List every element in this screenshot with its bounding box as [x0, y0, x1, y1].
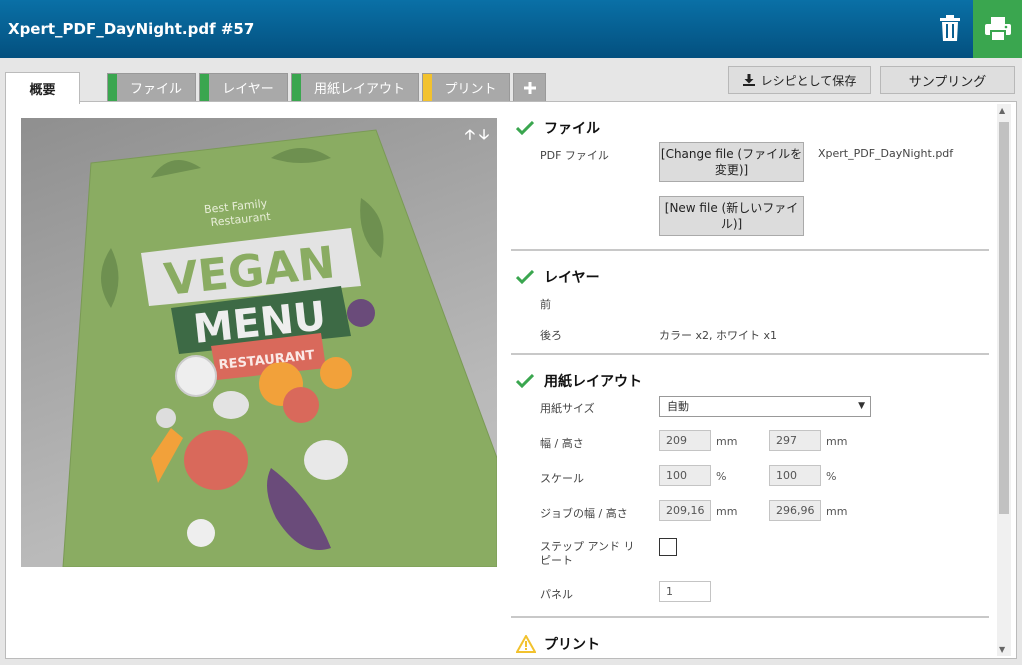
section-title-text: 用紙レイアウト [544, 374, 642, 390]
unit-label: % [716, 470, 727, 483]
divider [511, 616, 989, 618]
plus-icon [523, 81, 536, 94]
print-section-title: プリント [516, 634, 600, 654]
panel-label: パネル [540, 588, 573, 601]
panel-input[interactable]: 1 [659, 581, 711, 602]
unit-label: mm [716, 435, 738, 448]
title-bar: Xpert_PDF_DayNight.pdf #57 [0, 0, 1022, 58]
settings-panel: ファイル PDF ファイル [Change file (ファイルを変更)] Xp… [510, 102, 989, 658]
section-title-text: レイヤー [544, 270, 600, 286]
paper-size-label: 用紙サイズ [540, 402, 595, 415]
divider [511, 353, 989, 355]
back-layer-label: 後ろ [540, 329, 562, 342]
paper-section-title: 用紙レイアウト [516, 371, 642, 391]
tab-print[interactable]: プリント [422, 73, 510, 101]
change-file-button[interactable]: [Change file (ファイルを変更)] [659, 142, 804, 182]
unit-label: mm [826, 505, 848, 518]
section-title-text: プリント [544, 637, 600, 653]
add-tab-button[interactable] [513, 73, 546, 101]
new-file-button[interactable]: [New file (新しいファイル)] [659, 196, 804, 236]
pdf-preview: Best Family Restaurant VEGAN MENU RESTAU… [21, 118, 497, 567]
tab-label: 概要 [29, 83, 56, 98]
scroll-up-icon[interactable]: ▲ [999, 106, 1005, 115]
tab-label: 用紙レイアウト [313, 82, 405, 97]
status-stripe [200, 74, 209, 101]
tab-file[interactable]: ファイル [107, 73, 196, 101]
pdf-file-label: PDF ファイル [540, 149, 609, 162]
paper-size-select[interactable]: 自動 ▼ [659, 396, 871, 417]
tab-overview[interactable]: 概要 [5, 72, 80, 104]
tab-layer[interactable]: レイヤー [199, 73, 288, 101]
new-file-label: [New file (新しいファイル)] [664, 201, 799, 231]
trash-icon [940, 15, 960, 41]
preview-image: Best Family Restaurant VEGAN MENU RESTAU… [62, 129, 497, 567]
vertical-scrollbar[interactable]: ▲ ▼ [997, 104, 1011, 656]
arrow-up-icon[interactable]: 🡡 [465, 124, 475, 148]
divider [511, 249, 989, 251]
printer-icon [984, 17, 1011, 41]
status-stripe [108, 74, 117, 101]
main-panel: Best Family Restaurant VEGAN MENU RESTAU… [5, 101, 1017, 659]
unit-label: mm [716, 505, 738, 518]
scale-y-input[interactable]: 100 [769, 465, 821, 486]
unit-label: % [826, 470, 837, 483]
chevron-down-icon: ▼ [858, 401, 865, 411]
status-stripe [292, 74, 301, 101]
tab-label: ファイル [129, 82, 182, 97]
file-section-title: ファイル [516, 118, 600, 138]
change-file-label: [Change file (ファイルを変更)] [660, 147, 803, 177]
tab-label: プリント [444, 82, 497, 97]
job-width-input[interactable]: 209,16 [659, 500, 711, 521]
sampling-label: サンプリング [908, 74, 987, 90]
step-repeat-label: ステップ アンド リピート [540, 540, 635, 567]
rotate-arrows[interactable]: 🡡 🡣 [465, 124, 489, 148]
height-input[interactable]: 297 [769, 430, 821, 451]
job-height-input[interactable]: 296,96 [769, 500, 821, 521]
width-input[interactable]: 209 [659, 430, 711, 451]
layer-section-title: レイヤー [516, 267, 600, 287]
warning-icon [516, 635, 536, 653]
print-button[interactable] [973, 0, 1022, 58]
paper-size-value: 自動 [667, 400, 689, 413]
scroll-down-icon[interactable]: ▼ [999, 645, 1005, 654]
arrow-down-icon[interactable]: 🡣 [479, 124, 489, 148]
window-title: Xpert_PDF_DayNight.pdf #57 [8, 20, 255, 38]
pdf-filename: Xpert_PDF_DayNight.pdf [818, 147, 954, 160]
front-layer-label: 前 [540, 298, 551, 311]
status-stripe [423, 74, 432, 101]
width-height-label: 幅 / 高さ [540, 437, 584, 450]
check-icon [516, 374, 534, 388]
section-title-text: ファイル [544, 121, 600, 137]
delete-button[interactable] [930, 8, 970, 48]
tab-label: レイヤー [222, 82, 274, 97]
scale-label: スケール [540, 472, 584, 485]
check-icon [516, 270, 534, 284]
back-layer-value: カラー x2, ホワイト x1 [659, 329, 778, 342]
sampling-button[interactable]: サンプリング [880, 66, 1015, 94]
download-icon [742, 74, 755, 86]
step-repeat-checkbox[interactable] [659, 538, 677, 556]
job-size-label: ジョブの幅 / 高さ [540, 507, 628, 520]
scale-x-input[interactable]: 100 [659, 465, 711, 486]
save-recipe-label: レシピとして保存 [760, 73, 857, 88]
tab-paper-layout[interactable]: 用紙レイアウト [291, 73, 419, 101]
unit-label: mm [826, 435, 848, 448]
save-recipe-button[interactable]: レシピとして保存 [728, 66, 871, 94]
check-icon [516, 121, 534, 135]
scrollbar-thumb[interactable] [999, 122, 1009, 514]
